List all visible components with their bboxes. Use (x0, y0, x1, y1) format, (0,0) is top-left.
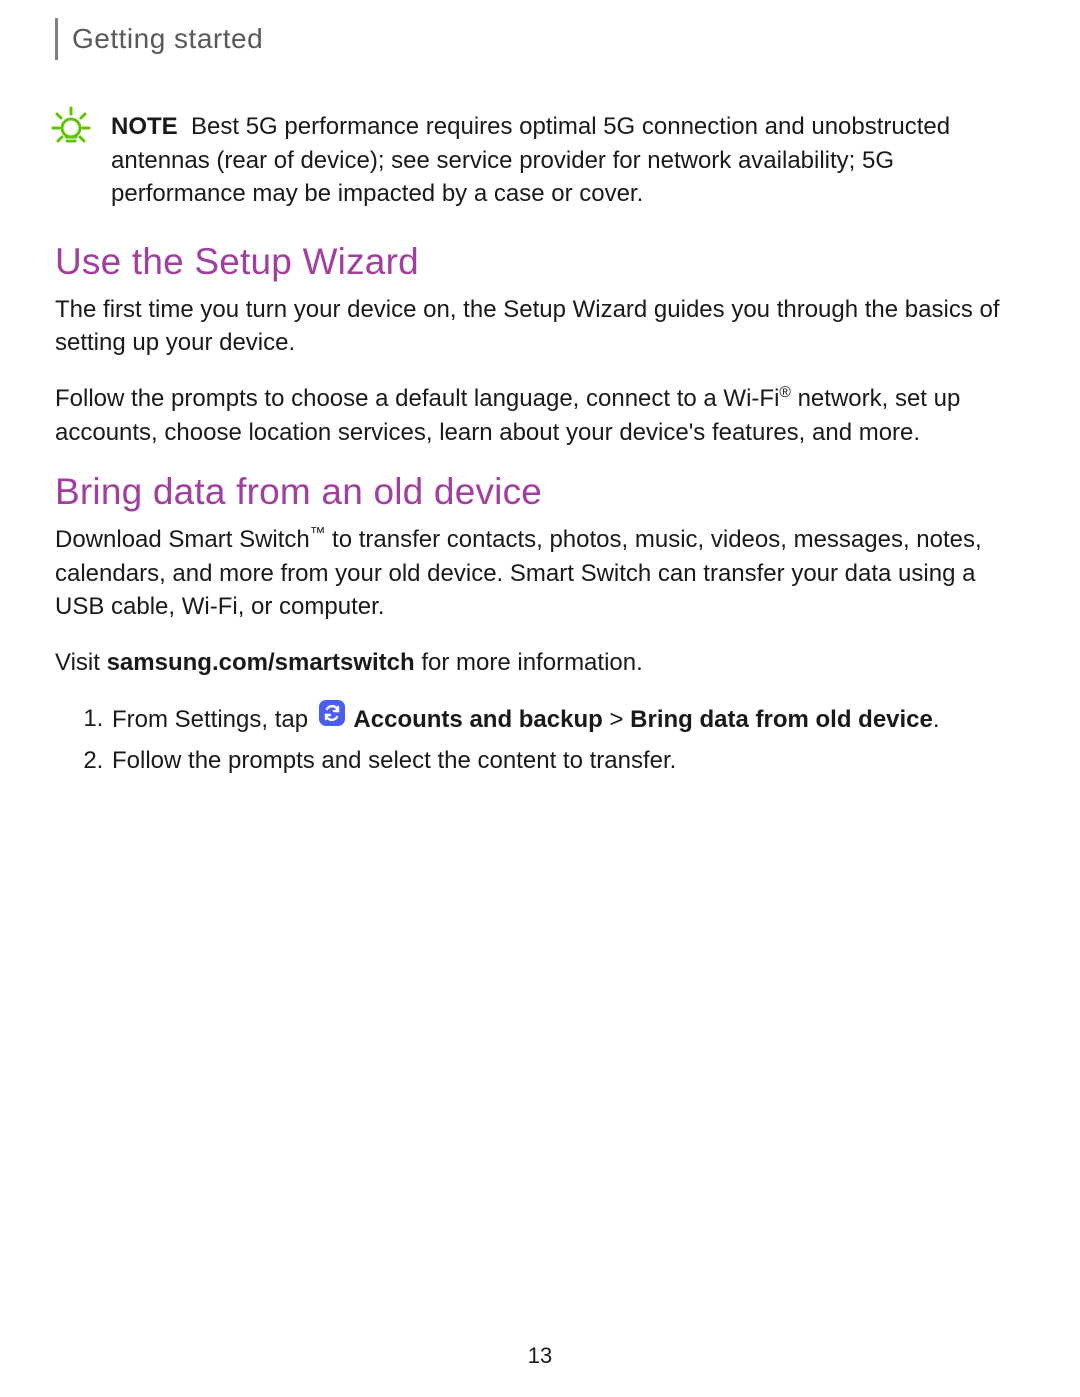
step-1: From Settings, tap Accounts and backup >… (110, 702, 1020, 739)
bring-data-p1-pre: Download Smart Switch (55, 526, 310, 553)
step-1-pre: From Settings, tap (112, 705, 315, 732)
step-2: Follow the prompts and select the conten… (110, 744, 1020, 779)
setup-wizard-p2: Follow the prompts to choose a default l… (55, 382, 1020, 449)
header-rule (55, 18, 58, 60)
setup-wizard-p1: The first time you turn your device on, … (55, 293, 1020, 360)
visit-post: for more information. (415, 649, 643, 676)
heading-setup-wizard: Use the Setup Wizard (55, 241, 1020, 283)
header-section-title: Getting started (72, 23, 263, 55)
step-1-accounts-backup: Accounts and backup (353, 705, 602, 732)
note-label: NOTE (111, 113, 178, 140)
note-text: NOTE Best 5G performance requires optima… (111, 110, 1020, 211)
lightbulb-icon (49, 104, 93, 153)
step-1-bring-data: Bring data from old device (630, 705, 933, 732)
trademark-mark: ™ (310, 525, 326, 542)
bring-data-p1: Download Smart Switch™ to transfer conta… (55, 523, 1020, 624)
steps-list: From Settings, tap Accounts and backup >… (55, 702, 1020, 780)
registered-mark: ® (779, 384, 791, 401)
step-1-sep: > (603, 705, 630, 732)
sync-icon (319, 700, 345, 737)
step-1-end: . (933, 705, 940, 732)
heading-bring-data: Bring data from an old device (55, 471, 1020, 513)
note-body: Best 5G performance requires optimal 5G … (111, 113, 950, 207)
visit-line: Visit samsung.com/smartswitch for more i… (55, 646, 1020, 680)
page-header: Getting started (55, 18, 1020, 60)
note-block: NOTE Best 5G performance requires optima… (55, 110, 1020, 211)
page-number: 13 (0, 1343, 1080, 1369)
setup-wizard-p2-pre: Follow the prompts to choose a default l… (55, 385, 779, 412)
visit-pre: Visit (55, 649, 107, 676)
smartswitch-link[interactable]: samsung.com/smartswitch (107, 649, 415, 676)
